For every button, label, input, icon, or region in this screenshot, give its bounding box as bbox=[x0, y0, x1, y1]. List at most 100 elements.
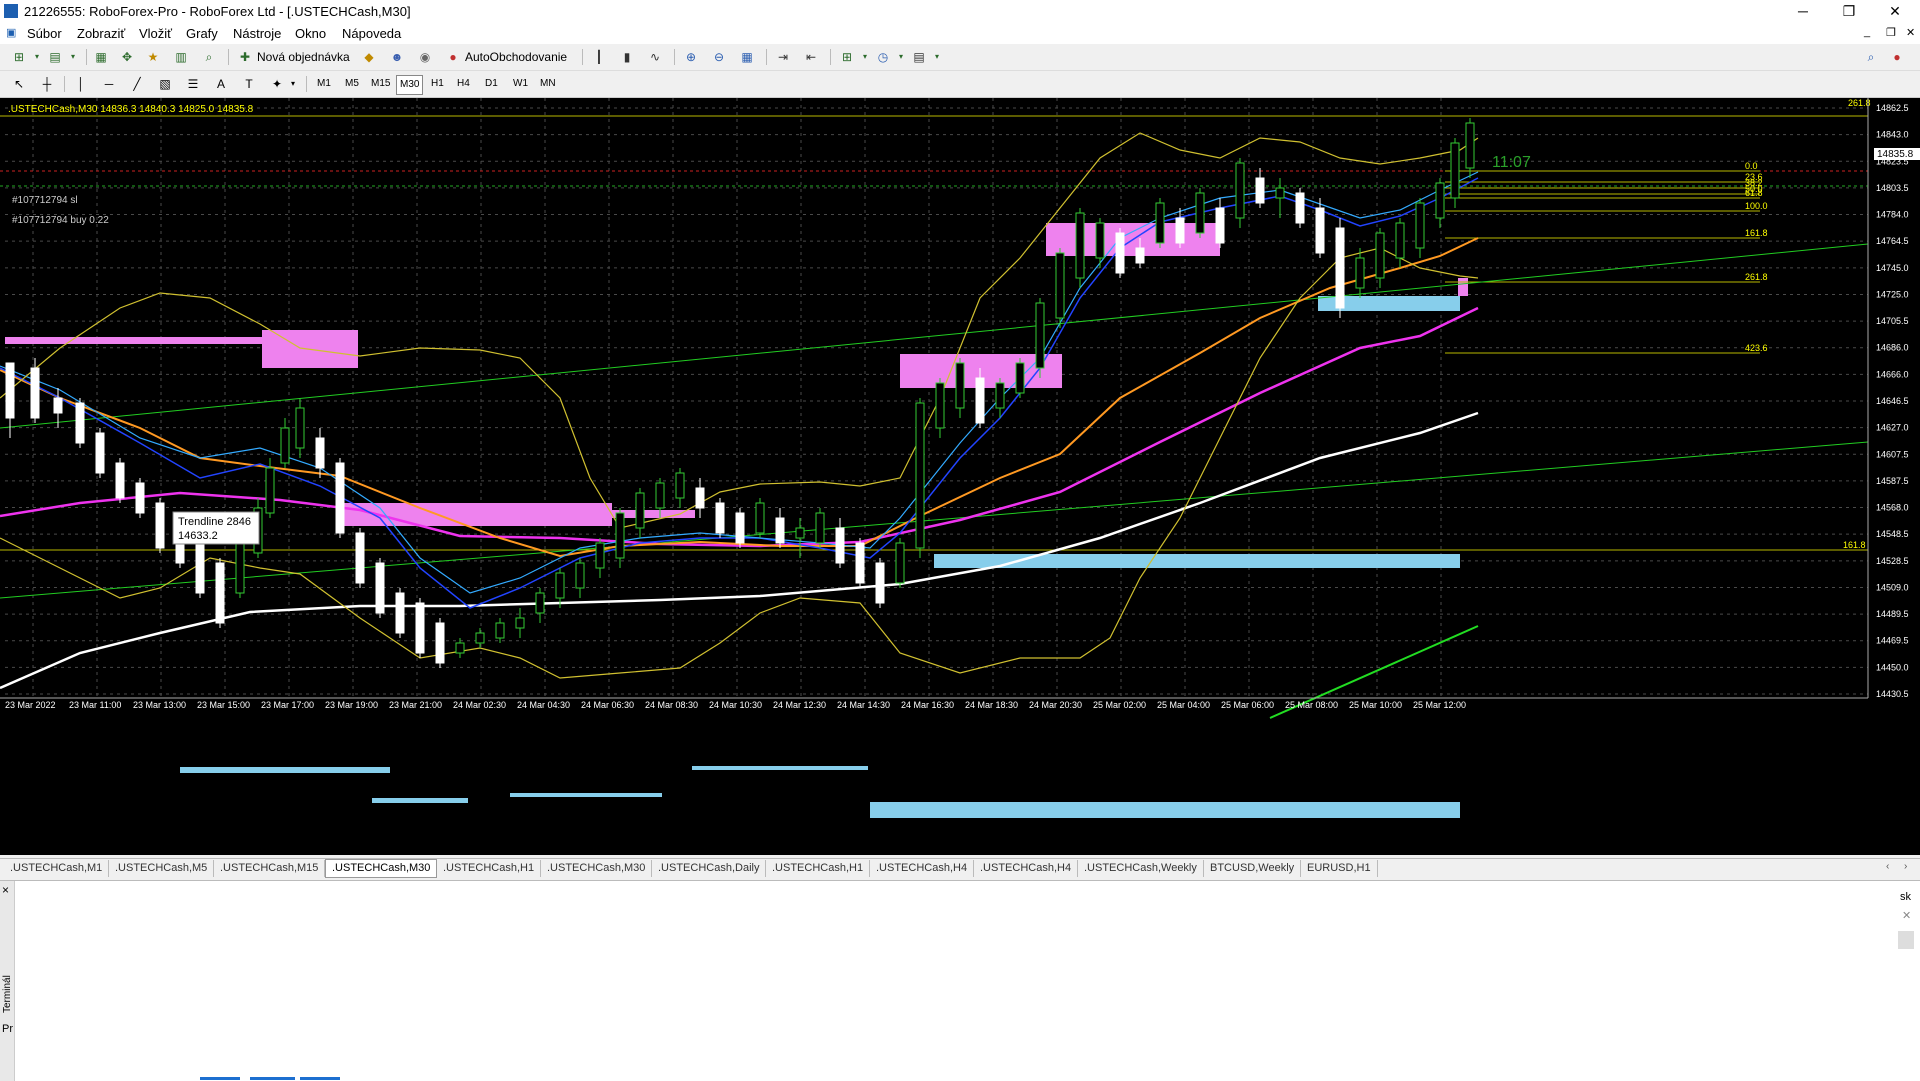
tabs-scroll-left-icon[interactable]: ‹ bbox=[1886, 861, 1889, 872]
options-icon[interactable]: ◉ bbox=[416, 48, 434, 66]
navigator-icon[interactable]: ★ bbox=[144, 48, 162, 66]
auto-trading-button[interactable]: AutoObchodovanie bbox=[465, 48, 567, 66]
timeframe-mn[interactable]: MN bbox=[537, 75, 559, 93]
periods-icon[interactable]: ◷ bbox=[874, 48, 892, 66]
candle-bullish bbox=[755, 502, 765, 534]
timeframe-w1[interactable]: W1 bbox=[510, 75, 531, 93]
indicators-dropdown-icon[interactable]: ▾ bbox=[856, 48, 874, 66]
fibonacci-labels: 0.023.638.250.061.8100.0161.8261.8423.61… bbox=[1745, 161, 1866, 550]
chart-tab[interactable]: .USTECHCash,H4 bbox=[974, 860, 1079, 877]
timeframe-m1[interactable]: M1 bbox=[314, 75, 334, 93]
price-tick-label: 14862.5 bbox=[1876, 103, 1909, 113]
fibonacci-icon[interactable]: ☰ bbox=[184, 75, 202, 93]
bar-chart-icon[interactable]: ┃ bbox=[590, 48, 608, 66]
candle-bullish bbox=[1015, 362, 1025, 394]
restore-button[interactable]: ❐ bbox=[1826, 0, 1872, 22]
periods-dropdown-icon[interactable]: ▾ bbox=[892, 48, 910, 66]
strategy-tester-icon[interactable]: ⌕ bbox=[200, 48, 218, 66]
timeframe-h1[interactable]: H1 bbox=[428, 75, 447, 93]
shapes-dropdown-icon[interactable]: ▾ bbox=[284, 75, 302, 93]
profiles-dropdown-icon[interactable]: ▾ bbox=[64, 48, 82, 66]
zoom-out-icon[interactable]: ⊖ bbox=[710, 48, 728, 66]
minimize-button[interactable]: ─ bbox=[1780, 0, 1826, 22]
notifications-icon[interactable]: ● bbox=[1888, 48, 1906, 66]
new-order-icon[interactable]: ✚ bbox=[236, 48, 254, 66]
indicators-icon[interactable]: ⊞ bbox=[838, 48, 856, 66]
channel-icon[interactable]: ▧ bbox=[156, 75, 174, 93]
signals-icon[interactable]: ☻ bbox=[388, 48, 406, 66]
chart-tab[interactable]: BTCUSD,Weekly bbox=[1204, 860, 1302, 877]
chart-tab[interactable]: .USTECHCash,M30 bbox=[325, 859, 438, 878]
chart-tab[interactable]: .USTECHCash,M5 bbox=[109, 860, 215, 877]
supply-zone bbox=[342, 503, 612, 526]
vertical-line-icon[interactable]: │ bbox=[72, 75, 90, 93]
terminal-scrollbar-thumb[interactable] bbox=[1898, 931, 1914, 949]
document-icon[interactable]: ▣ bbox=[6, 26, 16, 39]
chart-tab[interactable]: .USTECHCash,M30 bbox=[541, 860, 653, 877]
menu-file[interactable]: Súbor bbox=[27, 26, 62, 41]
terminal-panel-close-icon[interactable]: ✕ bbox=[1902, 909, 1911, 922]
menu-tools[interactable]: Nástroje bbox=[233, 26, 281, 41]
chart-tab[interactable]: .USTECHCash,H1 bbox=[766, 860, 871, 877]
candle-bullish bbox=[1035, 302, 1045, 369]
price-chart[interactable]: .USTECHCash,M30 14836.3 14840.3 14825.0 … bbox=[0, 98, 1920, 855]
chart-tab[interactable]: .USTECHCash,H4 bbox=[870, 860, 975, 877]
market-watch-icon[interactable]: ▦ bbox=[92, 48, 110, 66]
profiles-icon[interactable]: ▤ bbox=[46, 48, 64, 66]
timeframe-m15[interactable]: M15 bbox=[368, 75, 393, 93]
chart-tab[interactable]: .USTECHCash,M1 bbox=[4, 860, 110, 877]
price-tick-label: 14607.5 bbox=[1876, 449, 1909, 459]
data-window-icon[interactable]: ✥ bbox=[118, 48, 136, 66]
trendline-icon[interactable]: ╱ bbox=[128, 75, 146, 93]
tile-windows-icon[interactable]: ▦ bbox=[738, 48, 756, 66]
fib-level-label: 61.8 bbox=[1745, 188, 1763, 198]
candle-bearish bbox=[1215, 207, 1225, 244]
chart-tab[interactable]: .USTECHCash,M15 bbox=[214, 860, 326, 877]
horizontal-line-icon[interactable]: ─ bbox=[100, 75, 118, 93]
child-close-icon[interactable]: ✕ bbox=[1906, 26, 1915, 39]
chart-shift-icon[interactable]: ⇥ bbox=[774, 48, 792, 66]
terminal-close-button[interactable]: × bbox=[2, 883, 9, 897]
candle-bearish bbox=[1315, 207, 1325, 254]
chart-canvas[interactable]: .USTECHCash,M30 14836.3 14840.3 14825.0 … bbox=[0, 98, 1920, 855]
cursor-icon[interactable]: ↖ bbox=[10, 75, 28, 93]
zoom-in-icon[interactable]: ⊕ bbox=[682, 48, 700, 66]
search-icon[interactable]: ⌕ bbox=[1862, 48, 1880, 66]
candle-bearish bbox=[835, 527, 845, 564]
terminal-icon[interactable]: ▥ bbox=[172, 48, 190, 66]
crosshair-icon[interactable]: ┼ bbox=[38, 75, 56, 93]
templates-dropdown-icon[interactable]: ▾ bbox=[928, 48, 946, 66]
auto-trading-icon[interactable]: ● bbox=[444, 48, 462, 66]
timeframe-d1[interactable]: D1 bbox=[482, 75, 501, 93]
metaeditor-icon[interactable]: ◆ bbox=[360, 48, 378, 66]
menu-view[interactable]: Zobraziť bbox=[77, 26, 125, 41]
autoscroll-icon[interactable]: ⇤ bbox=[802, 48, 820, 66]
templates-icon[interactable]: ▤ bbox=[910, 48, 928, 66]
menu-help[interactable]: Nápoveda bbox=[342, 26, 401, 41]
new-chart-dropdown-icon[interactable]: ▾ bbox=[28, 48, 46, 66]
new-chart-icon[interactable]: ⊞ bbox=[10, 48, 28, 66]
candle-bullish bbox=[495, 622, 505, 639]
text-icon[interactable]: A bbox=[212, 75, 230, 93]
candlestick-icon[interactable]: ▮ bbox=[618, 48, 636, 66]
candle-bullish bbox=[1465, 122, 1475, 169]
child-minimize-icon[interactable]: _ bbox=[1864, 26, 1870, 38]
chart-tab[interactable]: EURUSD,H1 bbox=[1301, 860, 1378, 877]
chart-tab[interactable]: .USTECHCash,Weekly bbox=[1078, 860, 1204, 877]
close-button[interactable]: ✕ bbox=[1872, 0, 1918, 22]
menu-window[interactable]: Okno bbox=[295, 26, 326, 41]
text-label-icon[interactable]: T bbox=[240, 75, 258, 93]
timeframe-m30[interactable]: M30 bbox=[396, 75, 424, 95]
tabs-scroll-right-icon[interactable]: › bbox=[1904, 861, 1907, 872]
chart-tab[interactable]: .USTECHCash,H1 bbox=[437, 860, 542, 877]
chart-info-line: .USTECHCash,M30 14836.3 14840.3 14825.0 … bbox=[8, 104, 254, 115]
chart-tab[interactable]: .USTECHCash,Daily bbox=[652, 860, 767, 877]
line-chart-icon[interactable]: ∿ bbox=[646, 48, 664, 66]
child-restore-icon[interactable]: ❐ bbox=[1886, 26, 1896, 39]
timeframe-m5[interactable]: M5 bbox=[342, 75, 362, 93]
menu-insert[interactable]: Vložiť bbox=[139, 26, 172, 41]
menu-charts[interactable]: Grafy bbox=[186, 26, 218, 41]
new-order-button[interactable]: Nová objednávka bbox=[257, 48, 350, 66]
timeframe-h4[interactable]: H4 bbox=[454, 75, 473, 93]
price-tick-label: 14646.5 bbox=[1876, 396, 1909, 406]
